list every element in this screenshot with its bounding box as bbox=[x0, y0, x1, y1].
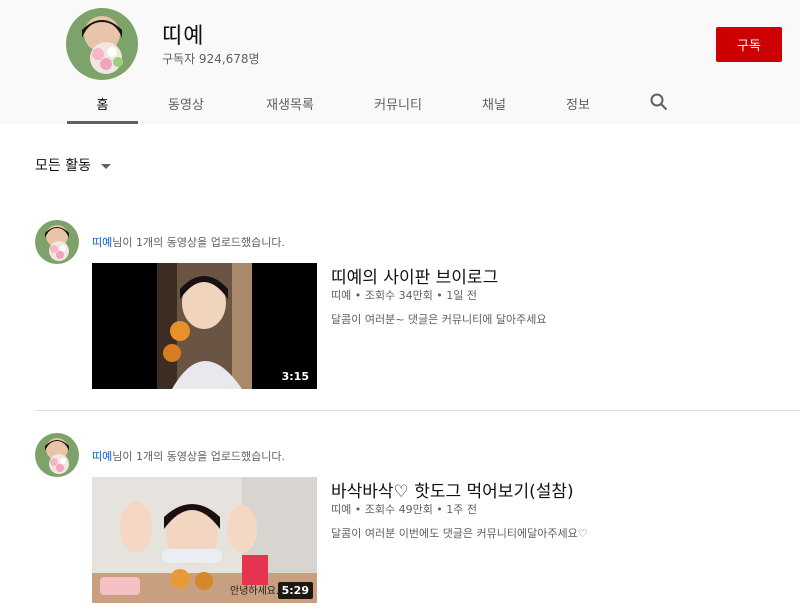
video-description: 달콤이 여러분~ 댓글은 커뮤니티에 달아주세요 bbox=[331, 313, 547, 326]
video-thumbnail[interactable]: 안녕하세요. 5:29 bbox=[92, 477, 317, 603]
activity-description: 띠예님이 1개의 동영상을 업로드했습니다. bbox=[92, 236, 286, 249]
activity-divider bbox=[35, 410, 800, 411]
tab-community[interactable]: 커뮤니티 bbox=[368, 94, 428, 124]
sort-label: 모든 활동 bbox=[35, 158, 91, 174]
channel-header: 띠예 구독자 924,678명 구독 홈 동영상 재생목록 커뮤니티 채널 정보 bbox=[0, 0, 800, 124]
activity-channel-link[interactable]: 띠예 bbox=[92, 450, 112, 463]
video-meta: 띠예 • 조회수 34만회 • 1일 전 bbox=[331, 289, 478, 302]
active-tab-indicator bbox=[67, 121, 138, 124]
activity-sort-dropdown[interactable]: 모든 활동 bbox=[35, 155, 111, 175]
subscriber-count: 구독자 924,678명 bbox=[162, 52, 260, 66]
tab-about[interactable]: 정보 bbox=[555, 94, 601, 124]
channel-name: 띠예 bbox=[162, 24, 205, 49]
caret-down-icon bbox=[100, 163, 111, 169]
video-duration: 3:15 bbox=[277, 368, 313, 385]
video-title[interactable]: 바삭바삭♡ 핫도그 먹어보기(설참) bbox=[331, 477, 574, 502]
tab-home[interactable]: 홈 bbox=[67, 94, 138, 124]
search-icon[interactable] bbox=[650, 93, 668, 111]
activity-channel-link[interactable]: 띠예 bbox=[92, 236, 112, 249]
activity-avatar[interactable] bbox=[35, 433, 79, 477]
thumbnail-caption: 안녕하세요. bbox=[230, 586, 280, 597]
tab-channels[interactable]: 채널 bbox=[471, 94, 517, 124]
activity-description: 띠예님이 1개의 동영상을 업로드했습니다. bbox=[92, 450, 286, 463]
channel-avatar[interactable] bbox=[66, 8, 138, 80]
video-description: 달콤이 여러분 이번에도 댓글은 커뮤니티에달아주세요♡ bbox=[331, 527, 588, 540]
video-meta: 띠예 • 조회수 49만회 • 1주 전 bbox=[331, 503, 478, 516]
video-thumbnail[interactable]: 3:15 bbox=[92, 263, 317, 389]
tab-videos[interactable]: 동영상 bbox=[156, 94, 216, 124]
video-duration: 5:29 bbox=[277, 582, 313, 599]
video-title[interactable]: 띠예의 사이판 브이로그 bbox=[331, 263, 498, 288]
tab-playlists[interactable]: 재생목록 bbox=[260, 94, 320, 124]
activity-avatar[interactable] bbox=[35, 220, 79, 264]
subscribe-button[interactable]: 구독 bbox=[716, 27, 782, 62]
